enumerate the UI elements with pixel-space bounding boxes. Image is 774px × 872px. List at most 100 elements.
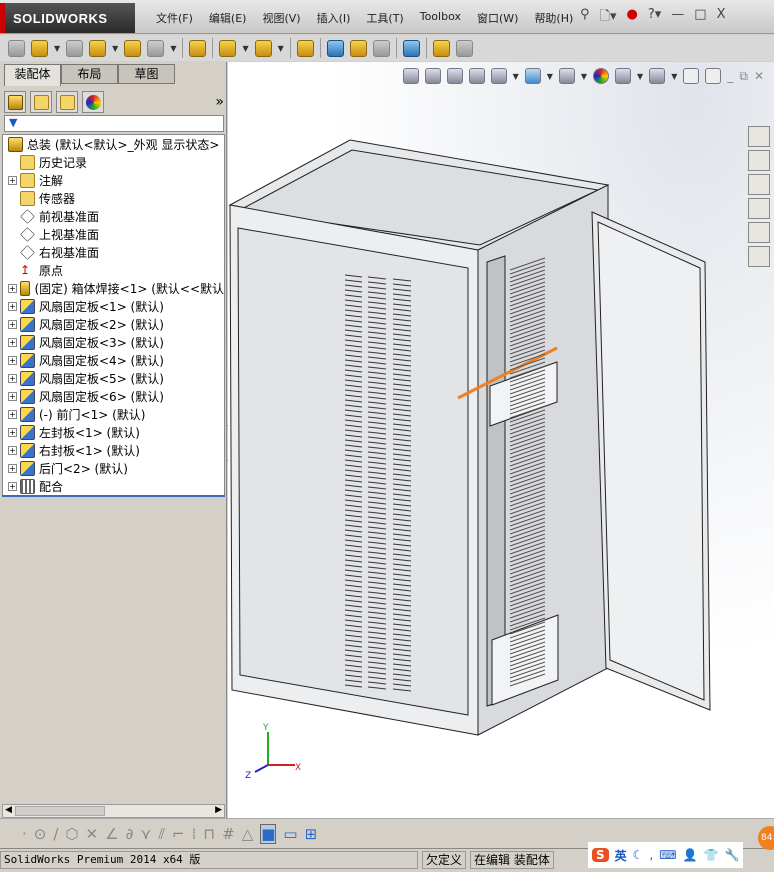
line-icon[interactable]: / [53, 825, 58, 843]
tree-item[interactable]: + 后门<2> (默认) [3, 459, 224, 477]
menu-view[interactable]: 视图(V) [254, 10, 308, 26]
menu-help[interactable]: 帮助(H) [526, 10, 581, 26]
solidworks-resources-tab[interactable] [748, 126, 770, 147]
polygon-icon[interactable]: ⬡ [65, 825, 78, 843]
display-manager-tab[interactable] [82, 91, 104, 113]
skin-icon[interactable]: 👕 [704, 848, 719, 862]
tab-sketch[interactable]: 草图 [118, 64, 175, 84]
expand-toggle[interactable]: + [8, 373, 17, 383]
tree-item[interactable]: 历史记录 [3, 153, 224, 171]
menu-tools[interactable]: 工具(T) [358, 10, 411, 26]
tree-item[interactable]: + 风扇固定板<4> (默认) [3, 351, 224, 369]
mirror-icon[interactable]: ⋎ [140, 825, 151, 843]
sogou-logo[interactable]: S [592, 848, 609, 862]
tab-layout[interactable]: 布局 [61, 64, 118, 84]
minimize-button[interactable]: — [671, 7, 684, 29]
new-document-icon[interactable]: 🗋▾ [600, 7, 617, 29]
clearance-verification-icon[interactable] [432, 39, 450, 57]
grid-icon[interactable]: # [222, 825, 235, 843]
close-button[interactable]: X [717, 7, 726, 29]
bill-of-materials-icon[interactable] [326, 39, 344, 57]
dimension-icon[interactable]: ⊓ [203, 825, 215, 843]
tab-assembly[interactable]: 装配体 [4, 64, 61, 86]
menu-file[interactable]: 文件(F) [148, 10, 201, 26]
custom-properties-tab[interactable] [748, 246, 770, 267]
property-manager-tab[interactable] [30, 91, 52, 113]
tree-item[interactable]: 上视基准面 [3, 225, 224, 243]
show-hidden-icon[interactable] [189, 39, 207, 57]
reference-geometry-icon[interactable] [254, 39, 272, 57]
tree-item[interactable]: + 风扇固定板<6> (默认) [3, 387, 224, 405]
filter-icon[interactable]: ▼ [9, 116, 17, 129]
tree-item[interactable]: + 风扇固定板<3> (默认) [3, 333, 224, 351]
appearances-tab[interactable] [748, 222, 770, 243]
construction-icon[interactable]: ⁞ [192, 825, 197, 843]
settings-wrench-icon[interactable]: 🔧 [725, 848, 740, 862]
feature-manager-tab[interactable] [4, 91, 26, 113]
point-icon[interactable]: · [22, 825, 27, 843]
menu-insert[interactable]: 插入(I) [309, 10, 359, 26]
tree-item[interactable]: + 配合 [3, 477, 224, 495]
relations-icon[interactable]: △ [242, 825, 254, 843]
corner-icon[interactable]: ⌐ [172, 825, 185, 843]
horizontal-scrollbar[interactable]: ◀ ▶ [2, 804, 225, 818]
tree-item[interactable]: 总装 (默认<默认>_外观 显示状态> [3, 135, 224, 153]
keyboard-icon[interactable]: ⌨ [659, 848, 676, 862]
expand-toggle[interactable]: + [8, 175, 17, 185]
punctuation-icon[interactable]: , [649, 848, 653, 862]
tree-item[interactable]: 传感器 [3, 189, 224, 207]
trim-icon[interactable]: ✕ [86, 825, 99, 843]
tree-item[interactable]: + 右封板<1> (默认) [3, 441, 224, 459]
instant3d-icon[interactable] [455, 39, 473, 57]
insert-component-icon[interactable] [8, 39, 25, 57]
expand-toggle[interactable]: + [8, 337, 17, 347]
expand-toggle[interactable]: + [8, 481, 17, 491]
extend-icon[interactable]: ∠ [105, 825, 118, 843]
new-part-icon[interactable] [31, 39, 48, 57]
filter-box[interactable]: ▼ [4, 115, 224, 132]
tree-item[interactable]: + 左封板<1> (默认) [3, 423, 224, 441]
help-icon[interactable]: ?▾ [648, 7, 661, 29]
tree-item[interactable]: ↥ 原点 [3, 261, 224, 279]
tree-item[interactable]: + 风扇固定板<5> (默认) [3, 369, 224, 387]
expand-toggle[interactable]: + [8, 283, 17, 293]
tree-item[interactable]: 右视基准面 [3, 243, 224, 261]
expand-toggle[interactable]: + [8, 445, 17, 455]
smart-fasteners-icon[interactable] [124, 39, 142, 57]
tree-item[interactable]: + 风扇固定板<2> (默认) [3, 315, 224, 333]
tree-item[interactable]: 前视基准面 [3, 207, 224, 225]
expand-toggle[interactable]: + [8, 463, 17, 473]
menu-toolbox[interactable]: Toolbox [412, 10, 469, 26]
tree-item[interactable]: + (-) 前门<1> (默认) [3, 405, 224, 423]
offset-icon[interactable]: ⫽ [158, 825, 165, 843]
expand-toggle[interactable]: + [8, 391, 17, 401]
solidworks-logo[interactable]: SOLIDWORKS [0, 3, 135, 33]
ime-language[interactable]: 英 [615, 847, 627, 864]
mate-icon[interactable] [66, 39, 84, 57]
pin-icon[interactable]: ⚲ [580, 7, 590, 29]
exploded-view-icon[interactable] [349, 39, 367, 57]
interference-detection-icon[interactable] [402, 39, 420, 57]
single-view-icon[interactable]: ▭ [283, 825, 297, 843]
tree-item[interactable]: + 风扇固定板<1> (默认) [3, 297, 224, 315]
tree-item[interactable]: + 注解 [3, 171, 224, 189]
menu-edit[interactable]: 编辑(E) [201, 10, 255, 26]
expand-toggle[interactable]: + [8, 355, 17, 365]
design-library-tab[interactable] [748, 150, 770, 171]
half-width-icon[interactable]: ☾ [633, 848, 644, 862]
explode-line-sketch-icon[interactable] [372, 39, 390, 57]
configuration-manager-tab[interactable] [56, 91, 78, 113]
file-explorer-tab[interactable] [748, 174, 770, 195]
expand-toggle[interactable]: + [8, 319, 17, 329]
tree-item[interactable]: + (固定) 箱体焊接<1> (默认<<默认 [3, 279, 224, 297]
user-icon[interactable]: 👤 [683, 848, 698, 862]
expand-toggle[interactable]: + [8, 301, 17, 311]
assembly-features-icon[interactable] [219, 39, 237, 57]
menu-window[interactable]: 窗口(W) [469, 10, 526, 26]
3d-view-icon[interactable]: ■ [260, 823, 277, 844]
new-motion-study-icon[interactable] [296, 39, 314, 57]
view-palette-tab[interactable] [748, 198, 770, 219]
rebuild-traffic-light-icon[interactable]: ● [627, 7, 638, 29]
linear-pattern-icon[interactable] [89, 39, 107, 57]
maximize-button[interactable]: □ [694, 7, 706, 29]
